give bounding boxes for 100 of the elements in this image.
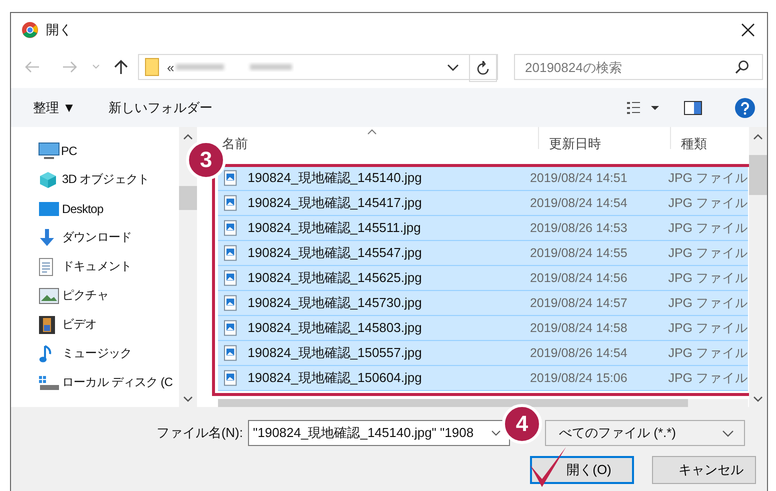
app-icon [22, 22, 38, 38]
window-title: 開く [46, 20, 72, 38]
nav-item[interactable]: PC [11, 136, 179, 165]
file-name: 190824_現地確認_145511.jpg [248, 219, 422, 237]
image-file-icon [224, 245, 237, 261]
filename-field[interactable]: "190824_現地確認_145140.jpg" "1908 [248, 420, 510, 446]
image-file-icon [224, 270, 237, 286]
refresh-button[interactable] [469, 54, 497, 82]
organize-menu[interactable]: 整理 ▼ [33, 98, 76, 116]
file-name: 190824_現地確認_145803.jpg [248, 319, 423, 337]
path-prefix: « [167, 60, 174, 74]
scrollbar[interactable] [749, 127, 767, 407]
nav-item[interactable]: ミュージック [11, 339, 179, 368]
chevron-down-icon[interactable] [491, 430, 501, 436]
file-name: 190824_現地確認_145730.jpg [248, 294, 423, 312]
file-row[interactable]: 190824_現地確認_145625.jpg 2019/08/24 14:56 JPG ファイル [218, 266, 748, 291]
address-field[interactable]: « [138, 54, 498, 80]
music-note-icon [39, 344, 53, 362]
modified-date: 2019/08/24 15:06 [530, 371, 628, 385]
modified-date: 2019/08/24 14:56 [530, 271, 628, 285]
image-file-icon [224, 195, 237, 211]
film-strip-icon [39, 316, 55, 334]
file-name: 190824_現地確認_145140.jpg [248, 169, 423, 187]
image-file-icon [224, 220, 237, 236]
nav-item[interactable]: ドキュメント [11, 252, 179, 281]
file-type-dropdown[interactable]: べてのファイル (*.*) [545, 420, 745, 446]
file-name: 190824_現地確認_145625.jpg [248, 269, 423, 287]
file-type: JPG ファイル [668, 270, 748, 286]
chevron-down-icon[interactable] [722, 430, 734, 436]
modified-date: 2019/08/24 14:55 [530, 246, 628, 260]
preview-pane-icon[interactable] [684, 100, 702, 114]
modified-date: 2019/08/24 14:57 [530, 296, 628, 310]
nav-item[interactable]: Desktop [11, 194, 179, 223]
new-folder-button[interactable]: 新しいフォルダー [108, 98, 212, 116]
close-icon[interactable] [741, 22, 755, 36]
file-row[interactable]: 190824_現地確認_150557.jpg 2019/08/26 14:54 JPG ファイル [218, 341, 748, 366]
scroll-up-icon[interactable] [753, 133, 763, 141]
desktop-icon [39, 200, 59, 216]
nav-item[interactable]: 3D オブジェクト [11, 165, 179, 194]
step-badge: 4 [502, 404, 542, 444]
up-arrow-icon[interactable] [114, 59, 128, 75]
file-row[interactable]: 190824_現地確認_145140.jpg 2019/08/24 14:51 JPG ファイル [218, 166, 748, 191]
file-type: JPG ファイル [668, 244, 748, 262]
column-header[interactable]: 種類 [670, 127, 707, 149]
image-file-icon [224, 370, 237, 386]
modified-date: 2019/08/24 14:51 [530, 171, 628, 185]
scrollbar[interactable] [218, 399, 748, 407]
file-row[interactable]: 190824_現地確認_145547.jpg 2019/08/24 14:55 JPG ファイル [218, 241, 748, 266]
scroll-up-icon[interactable] [182, 133, 193, 141]
file-type: JPG ファイル [668, 370, 748, 386]
file-row[interactable]: 190824_現地確認_145803.jpg 2019/08/24 14:58 JPG ファイル [218, 316, 748, 341]
document-icon [39, 258, 53, 276]
image-file-icon [224, 320, 237, 336]
file-type: JPG ファイル [668, 344, 748, 362]
file-row[interactable]: 190824_現地確認_145417.jpg 2019/08/24 14:54 JPG ファイル [218, 191, 748, 216]
modified-date: 2019/08/24 14:54 [530, 196, 628, 210]
modified-date: 2019/08/24 14:58 [530, 321, 628, 335]
cancel-button[interactable]: キャンセル [652, 456, 756, 484]
scroll-down-icon[interactable] [182, 395, 193, 403]
image-file-icon [224, 295, 237, 311]
sort-caret-icon [366, 129, 377, 135]
file-type: JPG ファイル [668, 170, 748, 186]
nav-item[interactable]: ピクチャ [11, 281, 179, 310]
search-field[interactable]: 20190824の検索 [514, 54, 763, 80]
computer-icon [38, 142, 60, 160]
file-type: JPG ファイル [668, 220, 748, 236]
image-file-icon [224, 345, 237, 361]
search-icon [735, 60, 749, 74]
refresh-icon [477, 61, 489, 75]
cube-icon [39, 170, 57, 188]
disk-drive-icon [39, 376, 59, 390]
landscape-picture-icon [39, 288, 59, 304]
view-options-icon[interactable] [627, 102, 661, 114]
scroll-thumb[interactable] [178, 186, 197, 210]
file-type: JPG ファイル [668, 194, 748, 212]
file-row[interactable]: 190824_現地確認_145730.jpg 2019/08/24 14:57 JPG ファイル [218, 291, 748, 316]
file-row[interactable]: 190824_現地確認_145511.jpg 2019/08/26 14:53 JPG ファイル [218, 216, 748, 241]
open-button[interactable]: 開く(O) [530, 456, 634, 484]
nav-item[interactable]: ローカル ディスク (C [11, 368, 179, 397]
file-type: JPG ファイル [668, 320, 748, 336]
scroll-down-icon[interactable] [753, 395, 763, 403]
folder-icon [145, 58, 159, 76]
nav-item[interactable]: ビデオ [11, 310, 179, 339]
file-name: 190824_現地確認_150604.jpg [248, 369, 423, 387]
file-name: 190824_現地確認_145417.jpg [248, 194, 423, 212]
file-type: JPG ファイル [668, 294, 748, 312]
chevron-down-icon[interactable] [447, 64, 459, 72]
file-name: 190824_現地確認_145547.jpg [248, 244, 423, 262]
column-header[interactable]: 更新日時 [538, 127, 601, 149]
image-file-icon [224, 170, 237, 186]
filename-label: ファイル名(N): [155, 424, 244, 442]
modified-date: 2019/08/26 14:53 [530, 221, 628, 235]
scroll-thumb[interactable] [749, 155, 767, 195]
modified-date: 2019/08/26 14:54 [530, 346, 628, 360]
nav-item[interactable]: ダウンロード [11, 223, 179, 252]
down-arrow-icon [39, 228, 55, 246]
file-row[interactable]: 190824_現地確認_150604.jpg 2019/08/24 15:06 JPG ファイル [218, 366, 748, 391]
scrollbar[interactable] [178, 127, 197, 407]
help-icon[interactable] [735, 98, 755, 118]
file-name: 190824_現地確認_150557.jpg [248, 344, 423, 362]
